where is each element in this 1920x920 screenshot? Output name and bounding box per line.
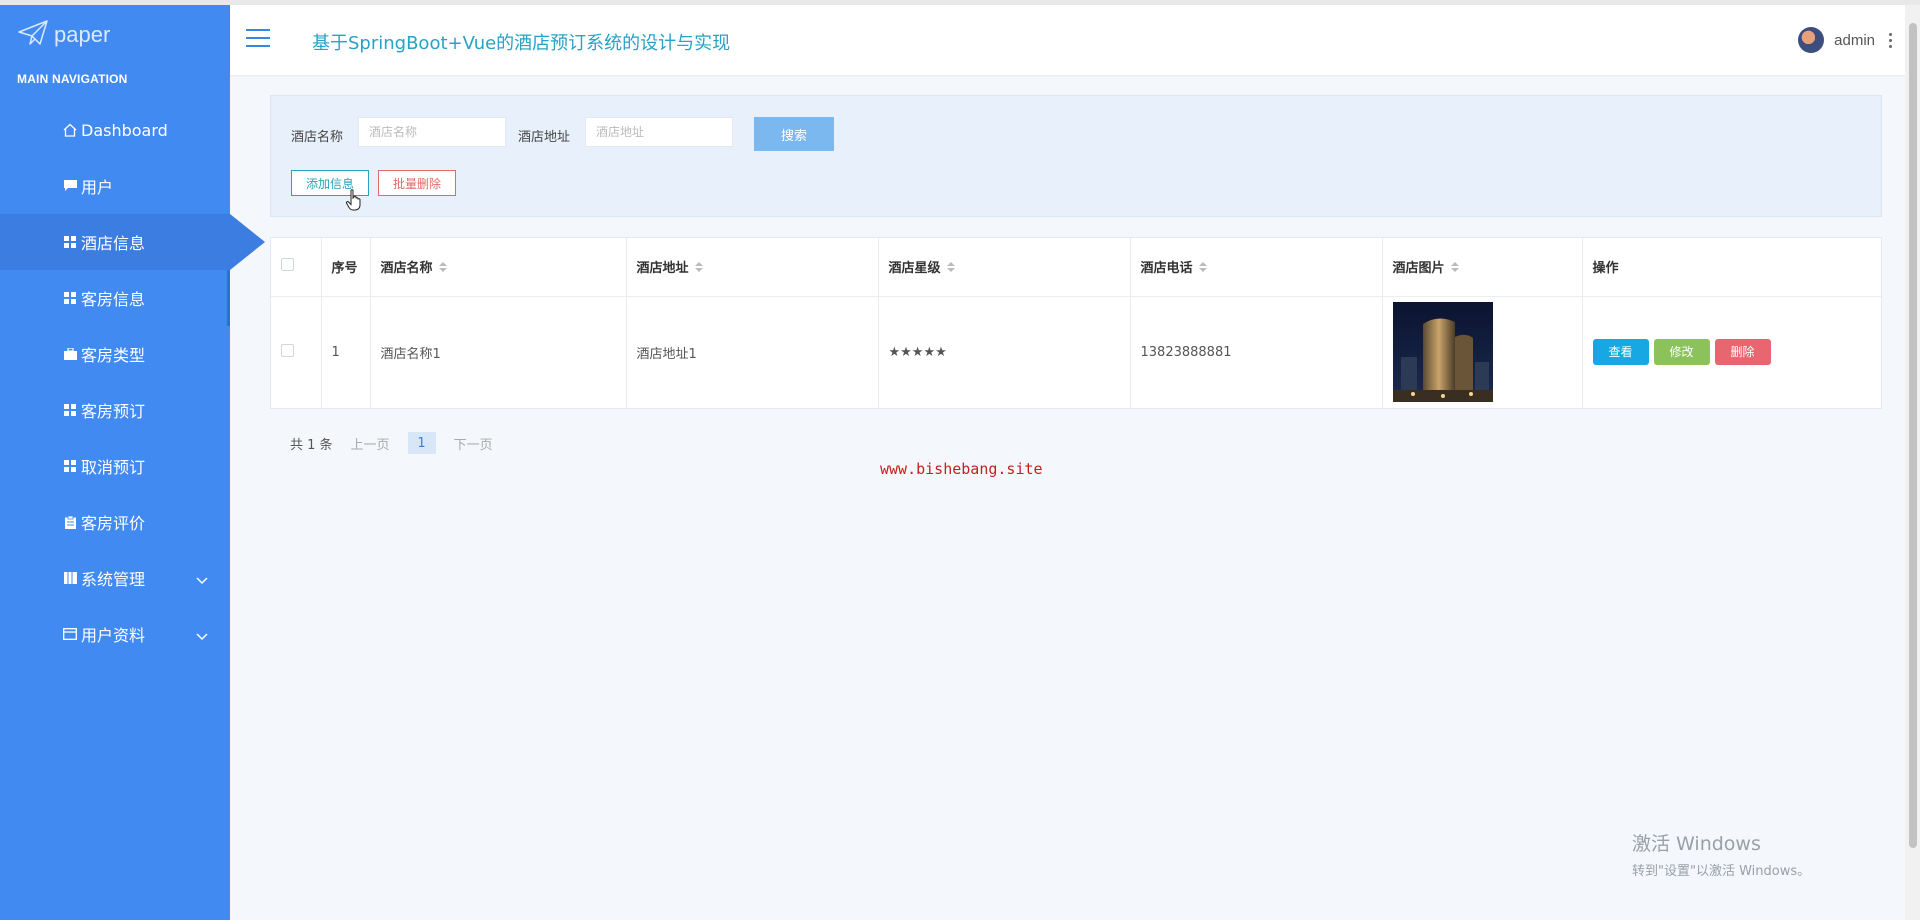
nav-heading: MAIN NAVIGATION [17, 72, 128, 86]
edit-button[interactable]: 修改 [1653, 339, 1710, 366]
actions-cell: 查看 修改 删除 [1582, 296, 1881, 408]
hotel-image-cell [1382, 296, 1583, 408]
vertical-scrollbar[interactable] [1905, 5, 1920, 920]
card-icon [63, 627, 77, 641]
sidebar-item-room-booking[interactable]: 客房预订 [0, 382, 230, 438]
activation-subtitle: 转到"设置"以激活 Windows。 [1632, 864, 1811, 879]
sort-icon[interactable] [1198, 261, 1207, 276]
chevron-down-icon [196, 570, 208, 589]
user-menu[interactable]: admin [1798, 27, 1895, 53]
hotel-image[interactable] [1392, 302, 1493, 403]
avatar[interactable] [1798, 27, 1825, 53]
top-border [0, 0, 1920, 5]
chevron-down-icon [196, 626, 208, 645]
main-navigation: Dashboard 用户 酒店信息 客房信息 客房类型 客房预订 取消预订 客房… [0, 102, 265, 662]
table-row: 1 酒店名称1 酒店地址1 ★★★★★ 13823888881 查看 修改 删除 [271, 296, 1881, 408]
hotel-stars-cell: ★★★★★ [878, 296, 1131, 408]
page-number[interactable]: 1 [407, 432, 436, 454]
sidebar-item-label: 系统管理 [81, 570, 146, 589]
home-icon [63, 123, 77, 137]
menu-toggle-icon[interactable] [246, 29, 270, 49]
grid-icon [63, 403, 77, 417]
sidebar-item-label: Dashboard [81, 120, 168, 140]
hand-cursor-icon [345, 189, 363, 215]
row-checkbox[interactable] [281, 343, 294, 357]
sidebar-item-label: 取消预订 [81, 458, 146, 477]
page-title: 基于SpringBoot+Vue的酒店预订系统的设计与实现 [312, 33, 731, 54]
grid-icon [63, 459, 77, 473]
logo[interactable]: paper [18, 18, 110, 52]
hotel-table: 序号 酒店名称 酒店地址 酒店星级 酒店电话 酒店图片 操作 1 酒店名称1 酒… [270, 237, 1882, 409]
paper-plane-icon [18, 20, 48, 50]
hotel-name-input[interactable] [358, 117, 506, 147]
sort-icon[interactable] [1450, 261, 1459, 276]
search-panel: 酒店名称 酒店地址 搜索 添加信息 批量删除 [270, 95, 1882, 217]
column-header: 操作 [1582, 238, 1881, 297]
index-cell: 1 [321, 296, 371, 408]
scrollbar-thumb[interactable] [1909, 23, 1917, 848]
sidebar-item-cancel-booking[interactable]: 取消预订 [0, 438, 230, 494]
table-header-row: 序号 酒店名称 酒店地址 酒店星级 酒店电话 酒店图片 操作 [271, 238, 1881, 297]
sidebar-item-label: 用户 [81, 178, 114, 197]
sort-icon[interactable] [946, 261, 955, 276]
sidebar-item-label: 酒店信息 [81, 234, 146, 253]
hotel-address-input[interactable] [585, 117, 733, 147]
sidebar-item-label: 客房评价 [81, 514, 146, 533]
view-button[interactable]: 查看 [1592, 339, 1649, 366]
header: 基于SpringBoot+Vue的酒店预订系统的设计与实现 admin [230, 5, 1905, 75]
select-all-cell [271, 238, 322, 297]
book-icon [63, 571, 77, 585]
chat-icon [63, 179, 77, 193]
grid-icon [63, 235, 77, 249]
grid-icon [63, 291, 77, 305]
sidebar-item-system-management[interactable]: 系统管理 [0, 550, 230, 606]
column-header[interactable]: 酒店名称 [370, 238, 627, 297]
hotel-address-label: 酒店地址 [518, 130, 571, 145]
hotel-address-cell: 酒店地址1 [626, 296, 879, 408]
sidebar-item-label: 用户资料 [81, 626, 146, 645]
next-page-link[interactable]: 下一页 [454, 434, 493, 453]
search-button[interactable]: 搜索 [754, 117, 834, 151]
row-select-cell [271, 296, 322, 408]
sidebar-item-dashboard[interactable]: Dashboard [0, 102, 230, 158]
windows-activation-notice: 激活 Windows 转到"设置"以激活 Windows。 [1632, 829, 1810, 879]
more-vertical-icon[interactable] [1885, 30, 1895, 50]
sidebar-item-label: 客房预订 [81, 402, 146, 421]
sidebar-item-room-type[interactable]: 客房类型 [0, 326, 230, 382]
watermark-url: www.bishebang.site [880, 460, 1043, 478]
column-header[interactable]: 酒店地址 [626, 238, 879, 297]
column-header[interactable]: 酒店星级 [878, 238, 1131, 297]
column-header[interactable]: 酒店电话 [1130, 238, 1383, 297]
sidebar-item-label: 客房类型 [81, 346, 146, 365]
sidebar: paper MAIN NAVIGATION Dashboard 用户 酒店信息 … [0, 0, 265, 920]
username[interactable]: admin [1834, 32, 1875, 49]
sort-icon[interactable] [694, 261, 703, 276]
sidebar-item-label: 客房信息 [81, 290, 146, 309]
sidebar-item-user-profile[interactable]: 用户资料 [0, 606, 230, 662]
column-header[interactable]: 酒店图片 [1382, 238, 1583, 297]
column-header: 序号 [321, 238, 371, 297]
sidebar-item-users[interactable]: 用户 [0, 158, 230, 214]
logo-text: paper [54, 22, 111, 47]
sidebar-item-hotel-info[interactable]: 酒店信息 [0, 214, 265, 270]
activation-title: 激活 Windows [1632, 833, 1761, 855]
sidebar-item-room-review[interactable]: 客房评价 [0, 494, 230, 550]
pagination-total: 共 1 条 [290, 437, 333, 453]
delete-button[interactable]: 删除 [1714, 339, 1771, 366]
sidebar-item-room-info[interactable]: 客房信息 [0, 270, 230, 326]
hotel-phone-cell: 13823888881 [1130, 296, 1383, 408]
hotel-name-label: 酒店名称 [291, 130, 344, 145]
hotel-name-cell: 酒店名称1 [370, 296, 627, 408]
pagination: 共 1 条 上一页 1 下一页 [290, 432, 493, 454]
prev-page-link[interactable]: 上一页 [351, 434, 390, 453]
sort-icon[interactable] [438, 261, 447, 276]
select-all-checkbox[interactable] [281, 258, 294, 272]
briefcase-icon [63, 347, 77, 361]
batch-delete-button[interactable]: 批量删除 [378, 170, 456, 196]
clipboard-icon [63, 515, 77, 529]
